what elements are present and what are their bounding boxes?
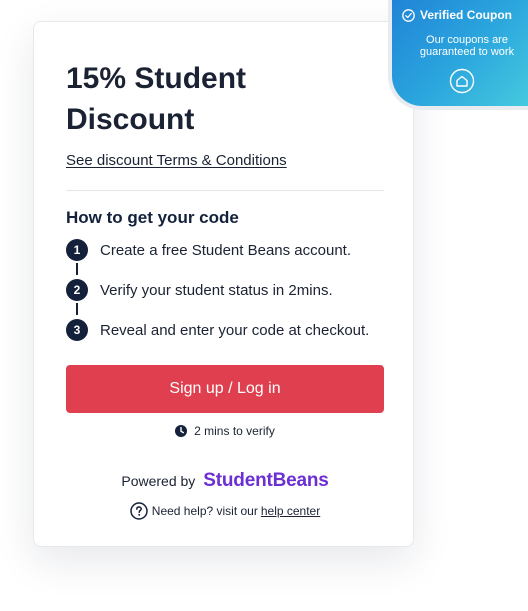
check-circle-icon	[402, 8, 415, 22]
help-center-link[interactable]: help center	[261, 504, 320, 518]
home-icon	[449, 68, 475, 94]
terms-link[interactable]: See discount Terms & Conditions	[66, 152, 287, 169]
studentbeans-logo[interactable]: StudentBeans	[203, 470, 329, 492]
step-1: 1 Create a free Student Beans account.	[66, 238, 351, 262]
page: 15% Student Discount See discount Terms …	[0, 0, 528, 611]
powered-by-text: Powered by	[121, 473, 196, 489]
offer-card: 15% Student Discount See discount Terms …	[33, 21, 414, 547]
offer-title: 15% Student Discount	[66, 62, 247, 136]
verify-time-text: 2 mins to verify	[194, 424, 275, 438]
step-connector	[76, 303, 78, 315]
badge-description: Our coupons are guaranteed to work	[419, 34, 515, 58]
help-row: Need help? visit our help center	[66, 502, 384, 520]
step-text: Reveal and enter your code at checkout.	[100, 321, 370, 339]
powered-by: Powered by StudentBeans	[66, 470, 384, 492]
signup-login-button[interactable]: Sign up / Log in	[66, 365, 384, 413]
question-circle-icon	[130, 502, 148, 520]
step-connector	[76, 263, 78, 275]
verify-time-note: 2 mins to verify	[66, 424, 384, 438]
verified-coupon-badge: Verified Coupon Our coupons are guarante…	[392, 0, 528, 106]
badge-title: Verified Coupon	[402, 8, 512, 22]
step-number-badge: 2	[66, 279, 88, 301]
badge-title-text: Verified Coupon	[420, 8, 513, 22]
howto-heading: How to get your code	[66, 208, 239, 227]
step-2: 2 Verify your student status in 2mins.	[66, 278, 333, 302]
step-3: 3 Reveal and enter your code at checkout…	[66, 318, 369, 342]
divider	[66, 190, 384, 191]
step-text: Verify your student status in 2mins.	[100, 281, 333, 299]
step-number-badge: 1	[66, 239, 88, 261]
step-number-badge: 3	[66, 319, 88, 341]
clock-icon	[175, 425, 188, 437]
help-prefix-text: Need help? visit our	[151, 504, 258, 518]
step-text: Create a free Student Beans account.	[100, 241, 351, 259]
